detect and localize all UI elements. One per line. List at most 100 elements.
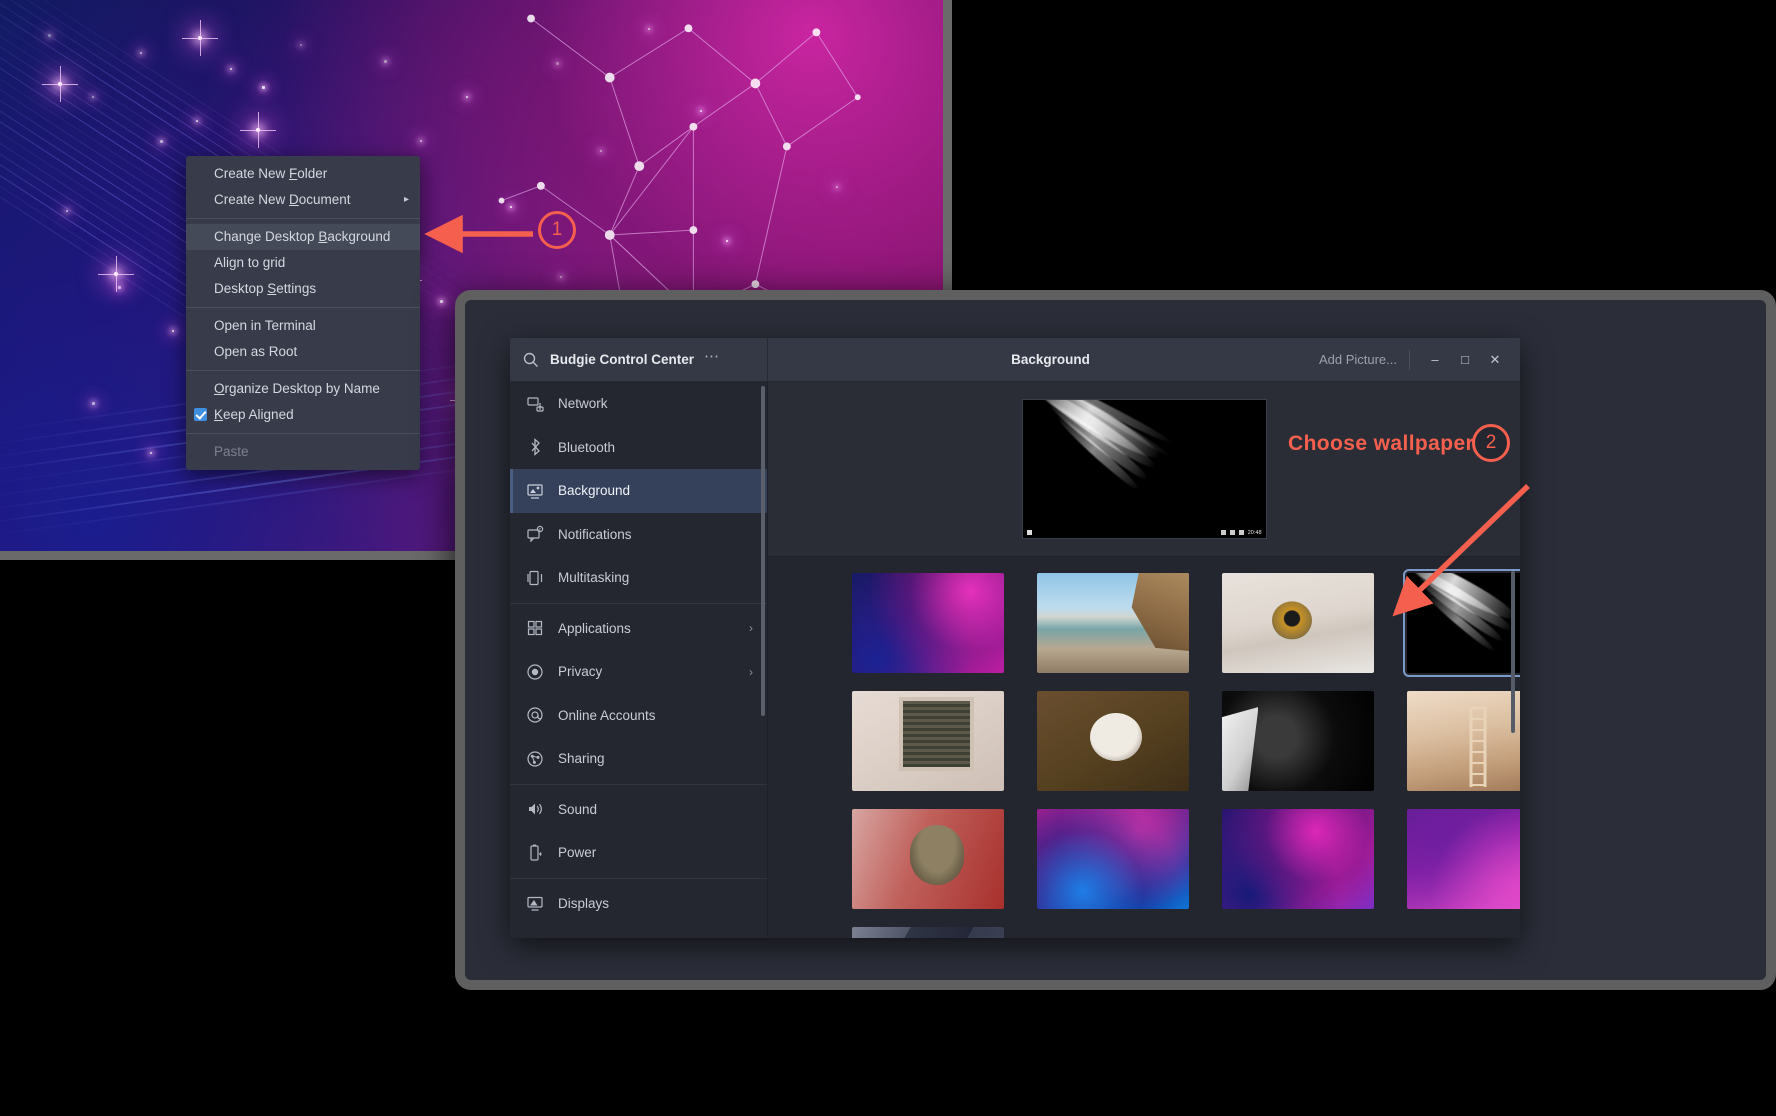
wallpaper-grid-zone (768, 557, 1520, 938)
context-menu-item[interactable]: Desktop Settings (186, 276, 420, 302)
battery-icon (1239, 530, 1244, 535)
background-panel: 20:48 (768, 382, 1520, 938)
wallpaper-star (384, 60, 387, 63)
context-menu-separator (186, 370, 420, 371)
wallpaper-star (140, 52, 142, 54)
context-menu-item-label: Change Desktop Background (214, 229, 390, 244)
sidebar-item-label: Notifications (558, 527, 632, 542)
wallpaper-bright-star (198, 36, 202, 40)
wallpaper-grid-scrollbar[interactable] (1511, 571, 1515, 733)
sidebar-group-separator (510, 878, 767, 879)
wallpaper-thumbnail[interactable] (852, 573, 1004, 673)
wallpaper-grid[interactable] (852, 573, 1496, 938)
wallpaper-thumbnail[interactable] (852, 927, 1004, 938)
context-menu-separator (186, 307, 420, 308)
wallpaper-thumbnail[interactable] (852, 691, 1004, 791)
context-menu-item[interactable]: Open as Root (186, 339, 420, 365)
sidebar-item-mouse-touchpad[interactable]: Mouse & Touchpad (510, 925, 767, 938)
wallpaper-thumbnail[interactable] (1037, 573, 1189, 673)
settings-sidebar[interactable]: Network Bluetooth Background Notifications M… (510, 382, 768, 938)
sidebar-scrollbar[interactable] (761, 386, 765, 716)
maximize-button[interactable]: □ (1450, 346, 1480, 374)
context-menu-item: Paste (186, 439, 420, 465)
context-menu-item[interactable]: Organize Desktop by Name (186, 376, 420, 402)
wallpaper-bright-star (114, 272, 118, 276)
search-icon[interactable] (522, 351, 540, 369)
context-menu-item-label: Open as Root (214, 344, 297, 359)
wallpaper-star (92, 402, 95, 405)
wallpaper-thumbnail[interactable] (852, 809, 1004, 909)
preview-clock: 20:48 (1248, 530, 1262, 536)
sidebar-item-label: Bluetooth (558, 440, 615, 455)
context-menu-item[interactable]: Align to grid (186, 250, 420, 276)
sidebar-item-privacy[interactable]: Privacy› (510, 650, 767, 694)
sharing-icon (526, 750, 544, 768)
wallpaper-thumbnail[interactable] (1222, 573, 1374, 673)
context-menu-item-label: Open in Terminal (214, 318, 316, 333)
wallpaper-bright-star (58, 82, 62, 86)
desktop-context-menu[interactable]: Create New Folder Create New Document▸ Cha… (186, 156, 420, 470)
wallpaper-star (160, 140, 163, 143)
notifications-icon (526, 525, 544, 543)
wallpaper-thumbnail[interactable] (1222, 691, 1374, 791)
context-menu-item[interactable]: Create New Folder (186, 161, 420, 187)
sidebar-item-label: Network (558, 396, 608, 411)
wallpaper-thumbnail[interactable] (1037, 809, 1189, 909)
context-menu-item[interactable]: Change Desktop Background (186, 224, 420, 250)
context-menu-item-label: Keep Aligned (214, 407, 294, 422)
titlebar-divider (1409, 350, 1410, 370)
control-center-screenshot-frame: Budgie Control Center ⋯ Background Add P… (455, 290, 1776, 990)
privacy-icon (526, 663, 544, 681)
add-picture-button[interactable]: Add Picture... (1319, 352, 1409, 367)
wallpaper-star (48, 34, 51, 37)
multitasking-icon (526, 569, 544, 587)
close-button[interactable]: ✕ (1480, 346, 1510, 374)
bluetooth-icon (526, 438, 544, 456)
sidebar-item-power[interactable]: Power (510, 831, 767, 875)
sidebar-item-background[interactable]: Background (510, 469, 767, 513)
wallpaper-star (92, 96, 94, 98)
context-menu-item-label: Create New Folder (214, 166, 327, 181)
app-title: Budgie Control Center (550, 352, 694, 367)
sidebar-group-separator (510, 784, 767, 785)
sidebar-item-sharing[interactable]: Sharing (510, 737, 767, 781)
sound-icon (526, 800, 544, 818)
preview-taskbar-menu-icon (1027, 530, 1032, 535)
wallpaper-thumbnail[interactable] (1407, 809, 1520, 909)
minimize-button[interactable]: – (1420, 346, 1450, 374)
sidebar-item-label: Power (558, 845, 596, 860)
checkbox-checked-icon (194, 408, 207, 421)
wallpaper-thumbnail[interactable] (1037, 691, 1189, 791)
step1-badge: 1 (538, 211, 576, 249)
context-menu-item[interactable]: Create New Document▸ (186, 187, 420, 213)
volume-icon (1230, 530, 1235, 535)
sidebar-item-network[interactable]: Network (510, 382, 767, 426)
context-menu-item[interactable]: Open in Terminal (186, 313, 420, 339)
wallpaper-thumbnail[interactable] (1222, 809, 1374, 909)
wallpaper-thumbnail[interactable] (1407, 691, 1520, 791)
sidebar-item-multitasking[interactable]: Multitasking (510, 556, 767, 600)
applications-icon (526, 619, 544, 637)
window-body: Network Bluetooth Background Notifications M… (510, 382, 1520, 938)
context-menu-item[interactable]: Keep Aligned (186, 402, 420, 428)
wallpaper-thumbnail[interactable] (1407, 573, 1520, 673)
titlebar-left: Budgie Control Center ⋯ (510, 338, 768, 381)
budgie-control-center-window: Budgie Control Center ⋯ Background Add P… (510, 338, 1520, 938)
sidebar-item-notifications[interactable]: Notifications (510, 513, 767, 557)
sidebar-item-online-accounts[interactable]: Online Accounts (510, 694, 767, 738)
wifi-icon (1221, 530, 1226, 535)
sidebar-item-displays[interactable]: Displays (510, 882, 767, 926)
sidebar-group-separator (510, 603, 767, 604)
chevron-right-icon: › (749, 665, 753, 679)
network-icon (526, 395, 544, 413)
context-menu-item-label: Organize Desktop by Name (214, 381, 380, 396)
wallpaper-star (150, 452, 152, 454)
overflow-menu-button[interactable]: ⋯ (704, 353, 720, 367)
wallpaper-star (196, 120, 198, 122)
wallpaper-star (262, 86, 265, 89)
sidebar-item-bluetooth[interactable]: Bluetooth (510, 426, 767, 470)
sidebar-item-applications[interactable]: Applications› (510, 607, 767, 651)
sidebar-item-label: Sharing (558, 751, 605, 766)
screenshot-stage: Create New Folder Create New Document▸ Cha… (0, 0, 1776, 1116)
sidebar-item-sound[interactable]: Sound (510, 788, 767, 832)
